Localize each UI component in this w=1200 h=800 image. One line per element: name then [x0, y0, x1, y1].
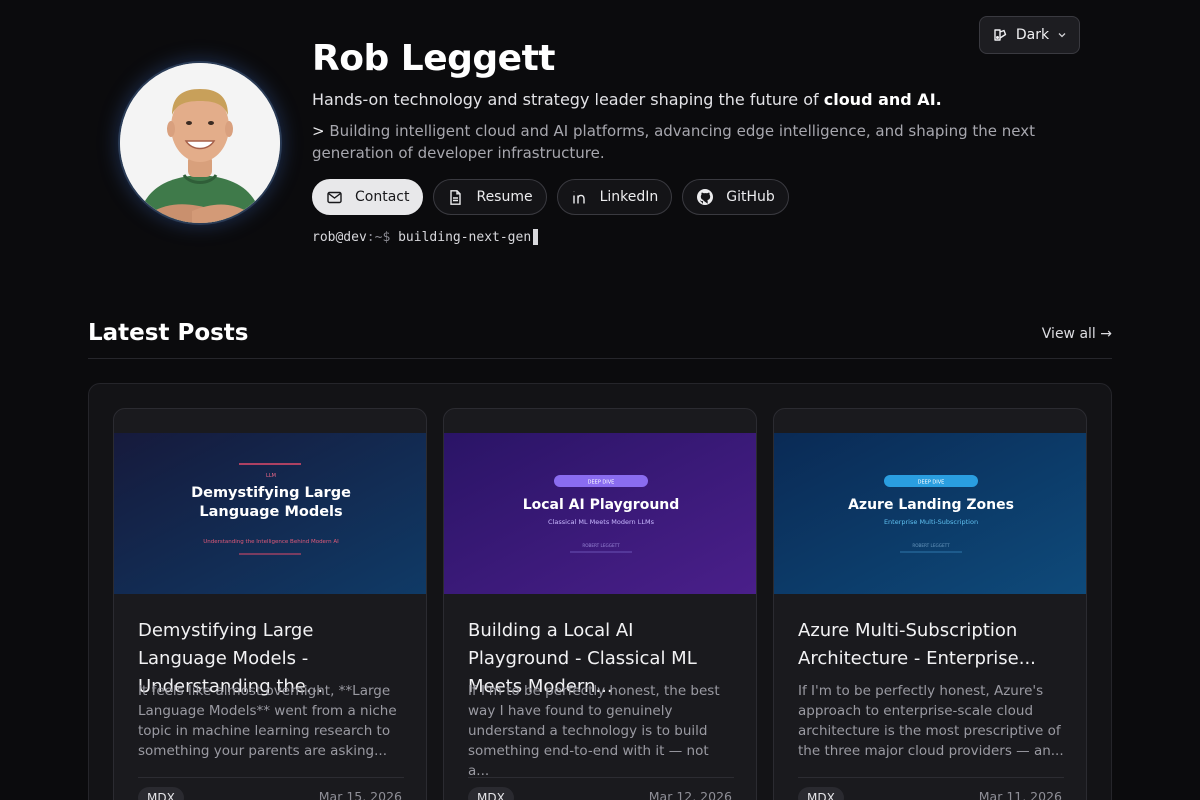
- cover-heading-line1: Azure Landing Zones: [848, 497, 1014, 513]
- post-date: Mar 11, 2026: [978, 789, 1062, 800]
- cover-badge: LLM: [266, 473, 276, 479]
- resume-button[interactable]: Resume: [433, 179, 547, 215]
- post-tag: MDX: [468, 787, 514, 800]
- post-excerpt: If I'm to be perfectly honest, the best …: [468, 683, 720, 779]
- post-card[interactable]: LLM Demystifying Large Language Models U…: [113, 408, 427, 800]
- intro-marker: >: [312, 122, 325, 140]
- post-title[interactable]: Azure Multi-Subscription Architecture - …: [798, 617, 1064, 673]
- cover-heading-line1: Demystifying Large: [191, 485, 351, 501]
- linkedin-label: LinkedIn: [599, 189, 659, 205]
- cover-subheading: Understanding the Intelligence Behind Mo…: [203, 539, 339, 545]
- post-date: Mar 15, 2026: [318, 789, 402, 800]
- profile-name: Rob Leggett: [312, 38, 555, 79]
- cover-author: ROBERT LEGGETT: [582, 543, 620, 548]
- terminal-user: rob@dev: [312, 229, 367, 245]
- post-tag: MDX: [798, 787, 844, 800]
- contact-label: Contact: [355, 189, 410, 205]
- cover-badge: DEEP DIVE: [918, 480, 945, 486]
- cover-author: ROBERT LEGGETT: [912, 543, 950, 548]
- latest-posts-header: Latest Posts View all →: [88, 318, 1112, 359]
- post-card[interactable]: DEEP DIVE Azure Landing Zones Enterprise…: [773, 408, 1087, 800]
- view-all-link[interactable]: View all →: [1042, 326, 1112, 342]
- avatar: [120, 63, 280, 223]
- github-icon: [696, 188, 714, 206]
- contact-button[interactable]: Contact: [312, 179, 424, 215]
- cover-subheading: Classical ML Meets Modern LLMs: [548, 518, 655, 526]
- profile-intro: > Building intelligent cloud and AI plat…: [312, 120, 1092, 164]
- card-divider: [468, 777, 734, 778]
- profile-header: Rob Leggett Hands-on technology and stra…: [0, 0, 1200, 280]
- cover-heading-line2: Language Models: [199, 504, 342, 520]
- profile-actions: Contact Resume LinkedIn GitHub: [312, 179, 789, 215]
- resume-label: Resume: [476, 189, 533, 205]
- linkedin-button[interactable]: LinkedIn: [556, 179, 673, 215]
- linkedin-icon: [571, 189, 588, 206]
- post-tag: MDX: [138, 787, 184, 800]
- github-label: GitHub: [726, 189, 775, 205]
- post-card[interactable]: DEEP DIVE Local AI Playground Classical …: [443, 408, 757, 800]
- cover-subheading: Enterprise Multi-Subscription: [884, 518, 978, 526]
- terminal-path: :~$: [366, 229, 391, 245]
- post-cover-image: LLM Demystifying Large Language Models U…: [114, 433, 426, 594]
- card-divider: [138, 777, 404, 778]
- mail-icon: [326, 189, 343, 206]
- tagline-highlight: cloud and AI.: [823, 90, 942, 109]
- profile-tagline: Hands-on technology and strategy leader …: [312, 90, 942, 109]
- post-cover-image: DEEP DIVE Local AI Playground Classical …: [444, 433, 756, 594]
- terminal-command: building-next-gen: [398, 229, 532, 245]
- cover-badge: DEEP DIVE: [588, 480, 615, 486]
- section-title: Latest Posts: [88, 320, 249, 346]
- intro-text: Building intelligent cloud and AI platfo…: [312, 122, 1036, 162]
- post-cover-image: DEEP DIVE Azure Landing Zones Enterprise…: [774, 433, 1086, 594]
- card-divider: [798, 777, 1064, 778]
- tagline-text: Hands-on technology and strategy leader …: [312, 90, 824, 109]
- terminal-prompt: rob@dev:~$ building-next-gen: [312, 229, 539, 245]
- post-date: Mar 12, 2026: [648, 789, 732, 800]
- post-excerpt: If I'm to be perfectly honest, Azure's a…: [798, 683, 1064, 759]
- github-button[interactable]: GitHub: [682, 179, 789, 215]
- document-icon: [447, 189, 464, 206]
- terminal-cursor: [533, 229, 539, 245]
- post-excerpt: It feels like almost overnight, **Large …: [138, 683, 397, 759]
- cover-heading-line1: Local AI Playground: [523, 497, 680, 513]
